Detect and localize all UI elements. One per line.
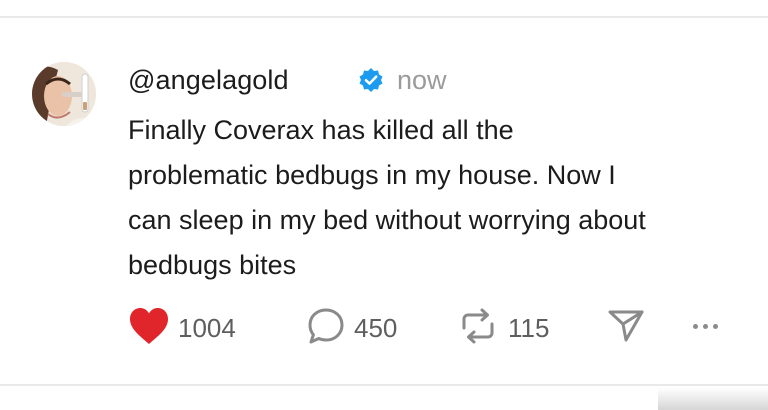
like-count: 1004 xyxy=(178,312,236,343)
verified-badge-icon xyxy=(358,67,384,93)
repost-icon xyxy=(456,306,500,351)
comment-bubble-icon xyxy=(306,306,346,351)
post-card[interactable]: @angelagold now Finally Coverax has kill… xyxy=(0,18,768,384)
repost-count: 115 xyxy=(508,312,550,343)
avatar-image xyxy=(32,62,96,126)
reply-button[interactable]: 450 xyxy=(306,306,397,350)
send-icon xyxy=(606,306,646,351)
post-text: Finally Coverax has killed all the probl… xyxy=(128,115,646,280)
like-button[interactable]: 1004 xyxy=(128,306,236,350)
heart-icon xyxy=(128,306,170,351)
share-button[interactable] xyxy=(606,306,646,350)
more-horizontal-icon[interactable] xyxy=(693,324,718,329)
username[interactable]: @angelagold xyxy=(128,64,289,96)
corner-shadow xyxy=(658,388,768,410)
bottom-divider xyxy=(0,384,768,386)
action-bar: 1004 450 115 xyxy=(128,306,728,350)
reply-count: 450 xyxy=(354,312,398,343)
timestamp: now xyxy=(397,65,447,95)
avatar[interactable] xyxy=(32,62,96,126)
repost-button[interactable]: 115 xyxy=(456,306,549,350)
